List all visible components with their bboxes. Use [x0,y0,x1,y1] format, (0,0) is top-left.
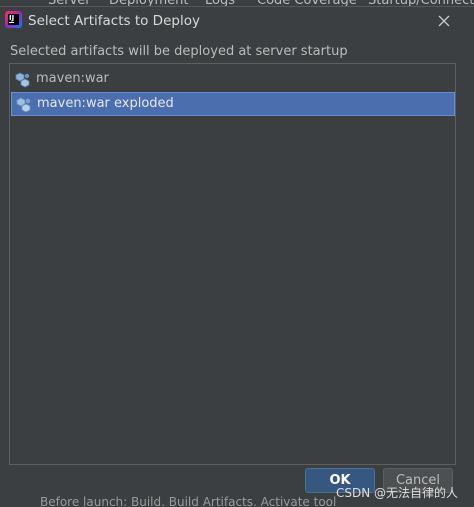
dialog-title-bar[interactable]: IJ Select Artifacts to Deploy [0,7,474,37]
deploy-prompt-label: Selected artifacts will be deployed at s… [10,44,348,59]
close-icon [438,15,450,27]
close-button[interactable] [432,10,456,32]
artifact-item-maven-war[interactable]: maven:war [11,68,455,92]
artifact-war-icon [15,72,30,88]
artifact-item-maven-war-exploded[interactable]: maven:war exploded [11,92,455,116]
artifact-item-label: maven:war [36,71,109,86]
intellij-idea-icon: IJ [5,11,22,28]
artifact-war-exploded-icon [16,97,31,113]
select-artifacts-dialog: IJ Select Artifacts to Deploy Selected a… [0,6,474,507]
artifact-item-label: maven:war exploded [37,96,174,111]
background-before-launch-text: Before launch: Build, Build Artifacts, A… [40,495,340,506]
watermark-text: CSDN @无法自律的人 [336,486,459,500]
artifacts-list[interactable]: maven:war maven:war exploded [9,63,456,465]
dialog-title: Select Artifacts to Deploy [28,13,200,29]
